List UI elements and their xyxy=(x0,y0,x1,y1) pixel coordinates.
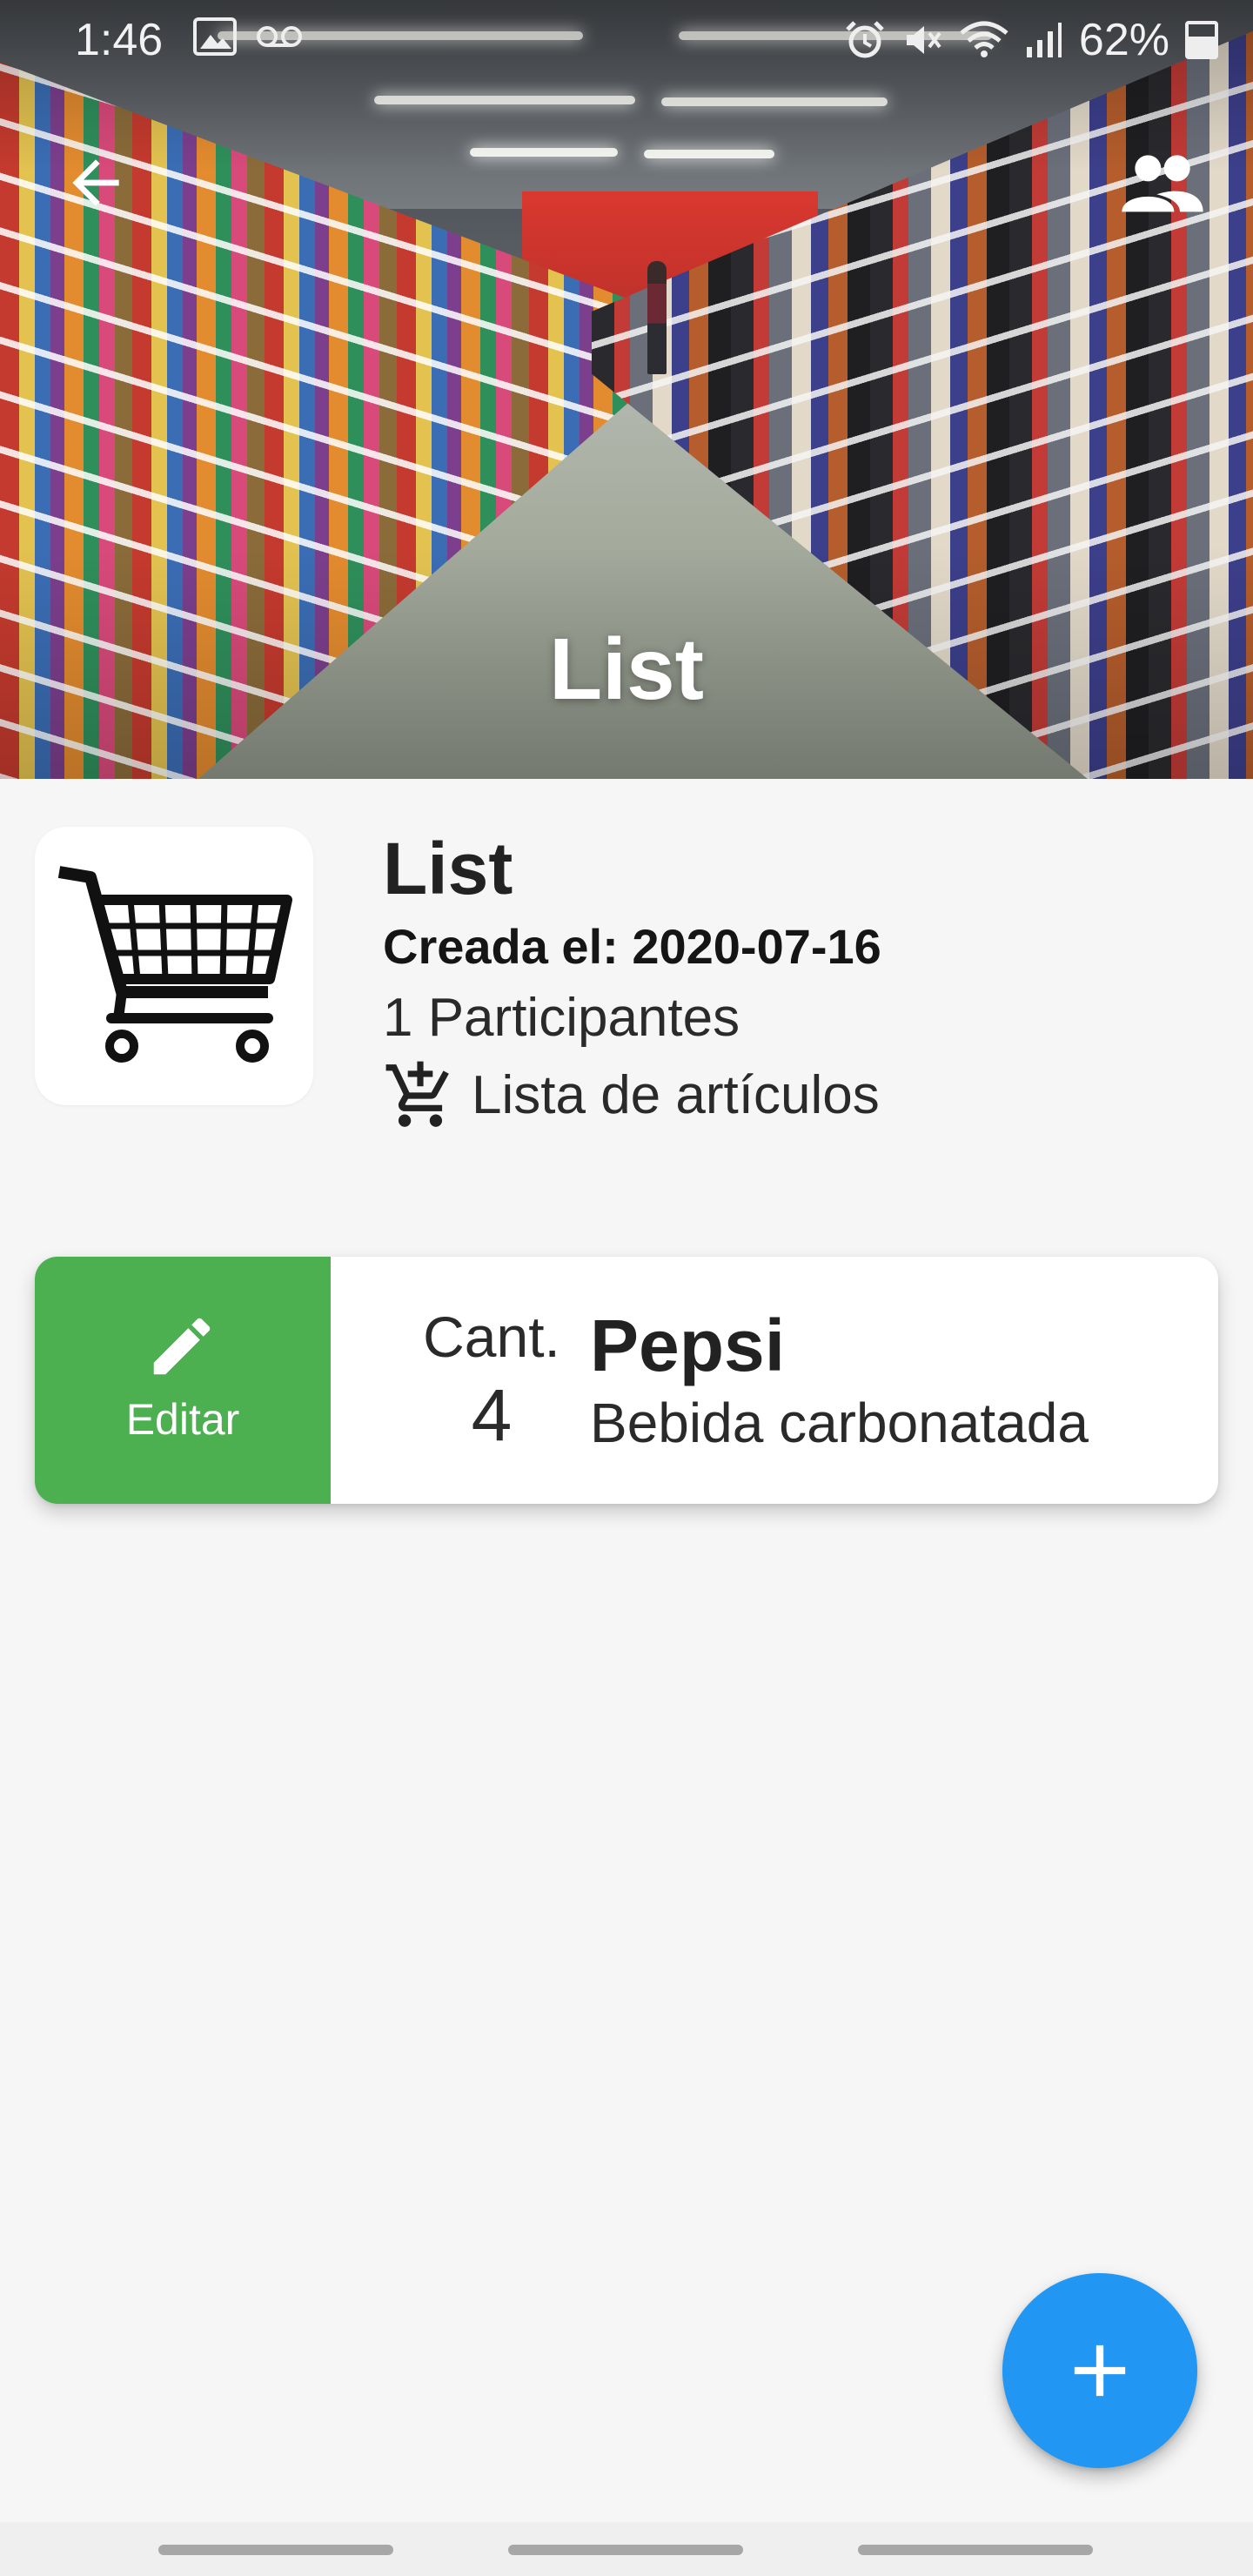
quantity: Cant. 4 xyxy=(383,1302,600,1459)
wifi-icon xyxy=(960,21,1008,57)
pencil-icon xyxy=(153,1318,211,1375)
edit-button[interactable]: Editar xyxy=(35,1257,331,1504)
image-icon xyxy=(193,17,237,56)
plus-icon xyxy=(1074,2345,1126,2397)
shopping-cart-icon xyxy=(57,866,292,1063)
created-date: Creada el: 2020-07-16 xyxy=(383,919,881,974)
alarm-icon xyxy=(846,21,884,58)
quantity-label: Cant. xyxy=(423,1305,560,1369)
items-list-label: Lista de artículos xyxy=(472,1065,880,1125)
voicemail-icon xyxy=(257,26,302,47)
item-description: Bebida carbonatada xyxy=(590,1392,1089,1454)
back-button[interactable] xyxy=(61,148,131,218)
status-bar: 1:46 62% xyxy=(0,0,1253,84)
list-info: List Creada el: 2020-07-16 1 Participant… xyxy=(383,827,1218,1135)
item-details: Pepsi Bebida carbonatada xyxy=(590,1302,1089,1457)
nav-recents[interactable] xyxy=(158,2545,393,2555)
add-shopping-cart-icon xyxy=(385,1061,449,1127)
participants-count: 1 Participantes xyxy=(383,988,740,1048)
header-title: List xyxy=(549,621,704,718)
item-name: Pepsi xyxy=(590,1305,786,1386)
list-title: List xyxy=(383,828,513,909)
quantity-value: 4 xyxy=(471,1374,513,1456)
status-time: 1:46 xyxy=(75,15,164,65)
battery-icon xyxy=(1185,21,1218,59)
list-image xyxy=(35,827,313,1105)
signal-icon xyxy=(1026,23,1062,57)
add-item-button[interactable] xyxy=(1002,2273,1197,2468)
arrow-back-icon xyxy=(72,159,119,206)
edit-label: Editar xyxy=(125,1395,240,1444)
items-list-link[interactable]: Lista de artículos xyxy=(383,1057,1218,1135)
battery-percent: 62% xyxy=(1078,15,1169,65)
list-item[interactable]: Editar Cant. 4 Pepsi Bebida carbonatada xyxy=(35,1257,1218,1504)
mute-icon xyxy=(906,26,941,54)
nav-home[interactable] xyxy=(508,2545,743,2555)
nav-back[interactable] xyxy=(858,2545,1093,2555)
people-icon xyxy=(1122,155,1203,212)
participants-button[interactable] xyxy=(1119,148,1206,218)
system-nav-bar xyxy=(0,2522,1253,2576)
